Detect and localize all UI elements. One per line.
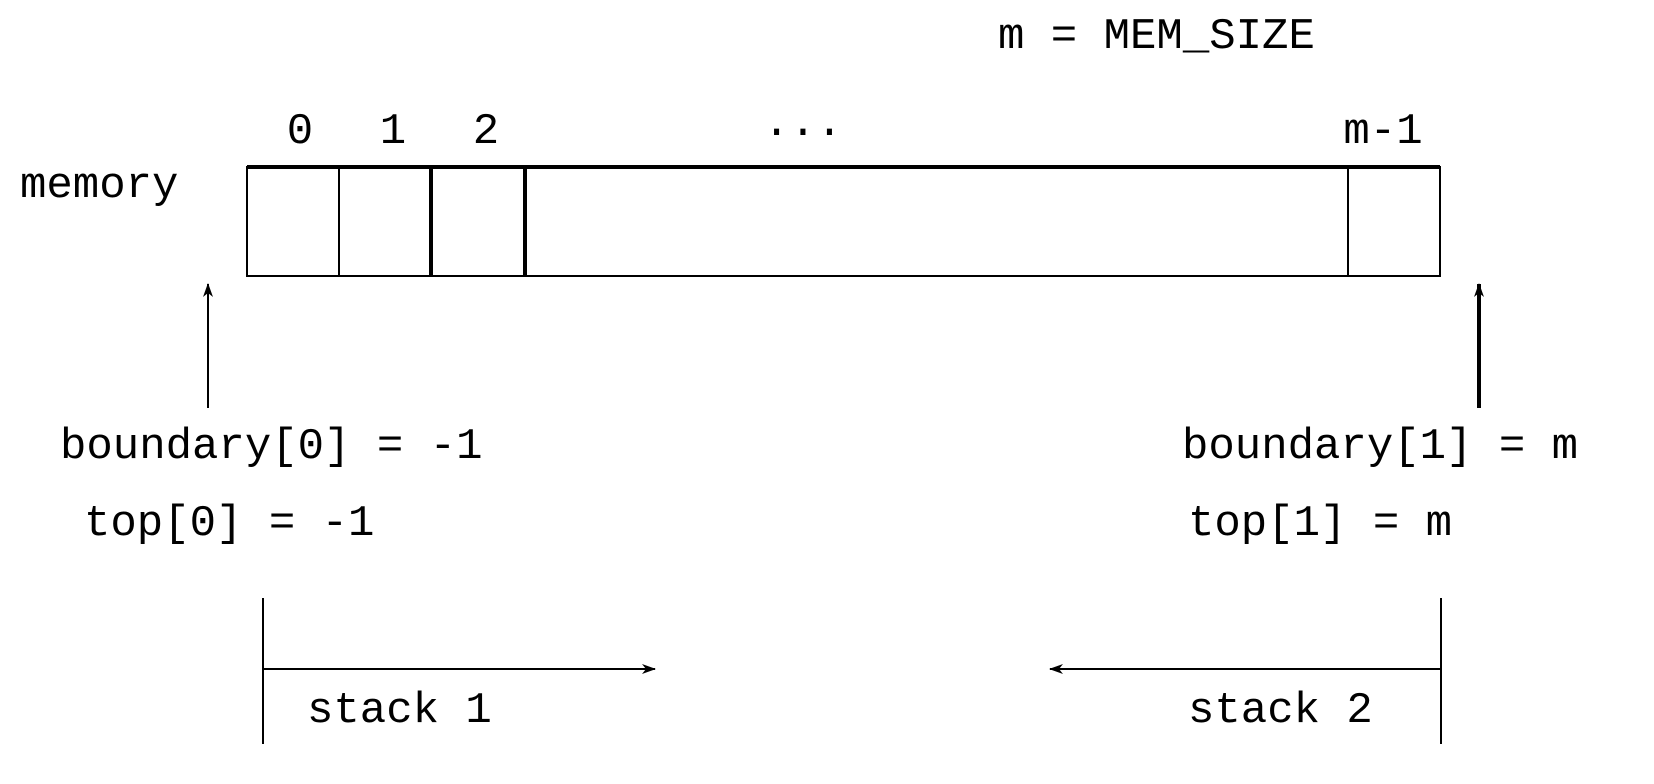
mem-size-title: m = MEM_SIZE — [998, 12, 1315, 62]
memory-label: memory — [20, 161, 178, 211]
cell-index-ellipsis: ... — [763, 99, 842, 149]
boundary-1-label: boundary[1] = m — [1182, 422, 1578, 472]
boundary-0-label: boundary[0] = -1 — [60, 422, 482, 472]
memory-layout-diagram: m = MEM_SIZE 0 1 2 ... m-1 memory bounda… — [20, 12, 1578, 744]
cell-index-2: 2 — [473, 107, 499, 157]
top-0-label: top[0] = -1 — [84, 499, 374, 549]
stack-2-label: stack 2 — [1188, 686, 1373, 736]
stack-1-label: stack 1 — [307, 686, 492, 736]
memory-array — [246, 165, 1441, 277]
cell-index-last: m-1 — [1343, 107, 1422, 157]
cell-index-1: 1 — [380, 107, 406, 157]
cell-index-0: 0 — [287, 107, 313, 157]
stack-2-indicator: stack 2 — [1049, 598, 1442, 744]
top-1-label: top[1] = m — [1188, 499, 1452, 549]
stack-1-indicator: stack 1 — [262, 598, 656, 744]
